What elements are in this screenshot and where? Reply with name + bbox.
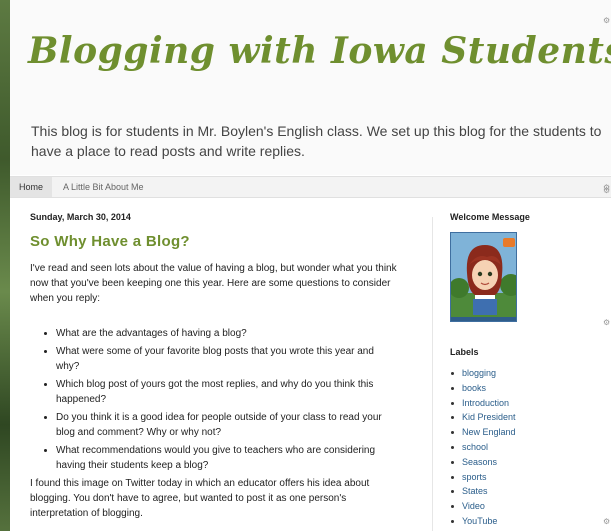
list-item: Introduction <box>450 396 600 411</box>
blog-page: Blogging with Iowa Students This blog is… <box>10 0 611 531</box>
list-item: Which blog post of yours got the most re… <box>56 377 396 407</box>
list-item: sports <box>450 470 600 485</box>
list-item: What were some of your favorite blog pos… <box>56 344 396 374</box>
list-item: Do you think it is a good idea for peopl… <box>56 410 396 440</box>
labels-widget-title: Labels <box>450 347 479 357</box>
post-intro: I've read and seen lots about the value … <box>30 263 397 304</box>
list-item: States <box>450 484 600 499</box>
tab-about-me[interactable]: A Little Bit About Me <box>54 177 153 197</box>
list-item: YouTube <box>450 514 600 529</box>
label-link-books[interactable]: books <box>462 383 486 393</box>
tab-home[interactable]: Home <box>10 177 52 197</box>
label-link-school[interactable]: school <box>462 442 488 452</box>
wrench-icon[interactable]: ⚙ <box>603 16 611 25</box>
list-item: What are the advantages of having a blog… <box>56 326 396 341</box>
wrench-icon[interactable]: ⚙ <box>603 186 611 195</box>
labels-widget: Labels blogging books Introduction Kid P… <box>450 347 600 529</box>
label-link-sports[interactable]: sports <box>462 472 487 482</box>
post-outro: I found this image on Twitter today in w… <box>30 478 370 519</box>
blog-header: Blogging with Iowa Students This blog is… <box>10 0 611 175</box>
column-divider <box>432 217 433 531</box>
list-item: Video <box>450 499 600 514</box>
sidebar: Welcome Message Labels blogging books In… <box>450 212 600 529</box>
label-link-youtube[interactable]: YouTube <box>462 516 497 526</box>
label-link-video[interactable]: Video <box>462 501 485 511</box>
list-item: blogging <box>450 366 600 381</box>
blog-title[interactable]: Blogging with Iowa Students <box>28 30 611 72</box>
list-item: What recommendations would you give to t… <box>56 443 396 473</box>
label-link-blogging[interactable]: blogging <box>462 368 496 378</box>
avatar-illustration <box>451 233 516 321</box>
list-item: Kid President <box>450 410 600 425</box>
labels-list: blogging books Introduction Kid Presiden… <box>450 366 600 529</box>
label-link-kid-president[interactable]: Kid President <box>462 412 516 422</box>
post-date: Sunday, March 30, 2014 <box>30 212 131 222</box>
post-title[interactable]: So Why Have a Blog? <box>30 233 415 250</box>
list-item: books <box>450 381 600 396</box>
label-link-states[interactable]: States <box>462 486 488 496</box>
wrench-icon[interactable]: ⚙ <box>603 517 611 526</box>
blog-description: This blog is for students in Mr. Boylen'… <box>31 123 602 159</box>
page-tabs: Home A Little Bit About Me ⚙ <box>10 176 611 198</box>
wrench-icon[interactable]: ⚙ <box>603 318 611 327</box>
list-item: school <box>450 440 600 455</box>
label-link-new-england[interactable]: New England <box>462 427 516 437</box>
main-column: Sunday, March 30, 2014 So Why Have a Blo… <box>30 212 415 521</box>
label-link-seasons[interactable]: Seasons <box>462 457 497 467</box>
welcome-widget-title: Welcome Message <box>450 212 530 222</box>
post-body: I've read and seen lots about the value … <box>30 261 415 521</box>
label-link-introduction[interactable]: Introduction <box>462 398 509 408</box>
list-item: New England <box>450 425 600 440</box>
profile-avatar-image <box>450 232 517 322</box>
list-item: Seasons <box>450 455 600 470</box>
question-list: What are the advantages of having a blog… <box>30 326 396 473</box>
